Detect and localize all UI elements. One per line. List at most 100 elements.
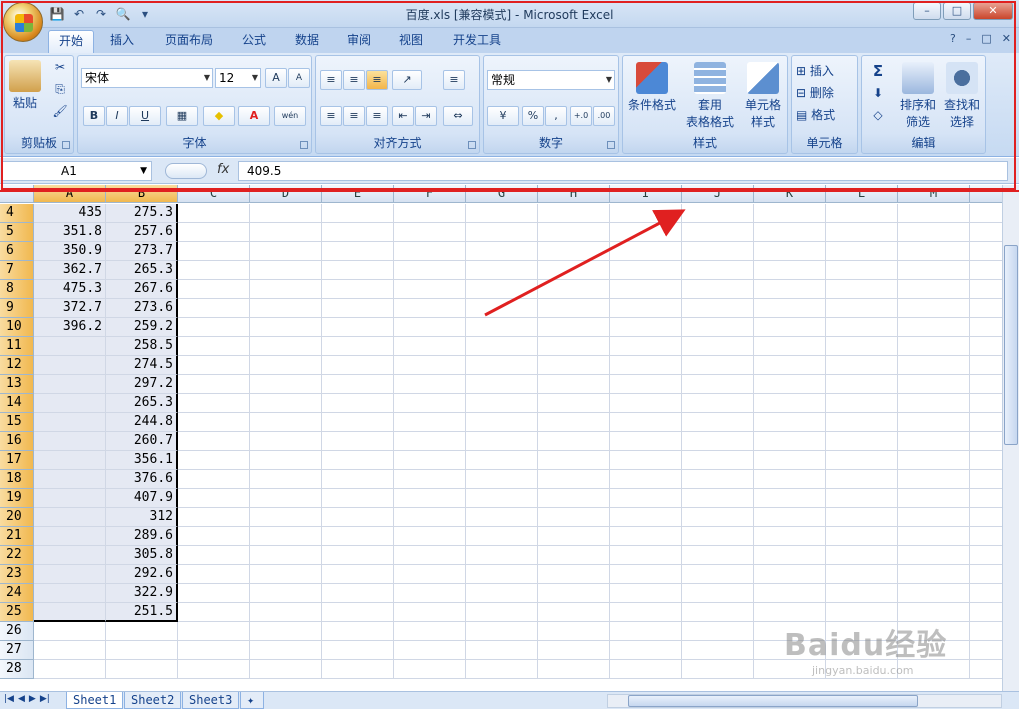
cell-empty[interactable] (538, 356, 610, 375)
increase-indent-icon[interactable]: ⇥ (415, 106, 437, 126)
cell-empty[interactable] (538, 470, 610, 489)
cell-empty[interactable] (178, 318, 250, 337)
cell-empty[interactable] (250, 375, 322, 394)
bold-button[interactable]: B (83, 106, 105, 126)
cell-empty[interactable] (826, 432, 898, 451)
cell-empty[interactable] (466, 622, 538, 641)
cell-empty[interactable] (394, 318, 466, 337)
cell-empty[interactable] (466, 413, 538, 432)
cell-empty[interactable] (826, 242, 898, 261)
fill-icon[interactable]: ⬇ (868, 86, 888, 100)
row-header[interactable]: 15 (0, 413, 34, 432)
cell-empty[interactable] (250, 641, 322, 660)
workbook-minimize-button[interactable]: – (966, 32, 972, 45)
cell-b[interactable]: 322.9 (106, 584, 178, 603)
cell-empty[interactable] (610, 318, 682, 337)
cell-empty[interactable] (754, 489, 826, 508)
cell-empty[interactable] (610, 641, 682, 660)
cell-empty[interactable] (682, 356, 754, 375)
cell-b[interactable] (106, 622, 178, 641)
office-button[interactable] (3, 2, 43, 42)
cell-empty[interactable] (754, 242, 826, 261)
cell-empty[interactable] (682, 622, 754, 641)
cell-empty[interactable] (610, 660, 682, 679)
cell-empty[interactable] (322, 242, 394, 261)
cell-empty[interactable] (682, 641, 754, 660)
tab-review[interactable]: 审阅 (337, 30, 381, 53)
tab-home[interactable]: 开始 (48, 30, 95, 53)
cell-empty[interactable] (322, 318, 394, 337)
cell-empty[interactable] (250, 204, 322, 223)
cell-a[interactable] (34, 337, 106, 356)
cell-empty[interactable] (322, 375, 394, 394)
sort-filter-button[interactable]: 排序和 筛选 (896, 62, 940, 130)
cell-empty[interactable] (394, 223, 466, 242)
column-header-m[interactable]: M (898, 185, 970, 203)
cell-empty[interactable] (826, 527, 898, 546)
cell-empty[interactable] (322, 223, 394, 242)
cell-empty[interactable] (394, 432, 466, 451)
percent-button[interactable]: % (522, 106, 544, 126)
cell-empty[interactable] (178, 375, 250, 394)
tab-insert[interactable]: 插入 (100, 30, 144, 53)
cell-empty[interactable] (250, 280, 322, 299)
cell-empty[interactable] (538, 546, 610, 565)
row-header[interactable]: 11 (0, 337, 34, 356)
column-header-l[interactable]: L (826, 185, 898, 203)
cell-styles-button[interactable]: 单元格 样式 (739, 62, 787, 130)
cell-b[interactable]: 257.6 (106, 223, 178, 242)
cell-empty[interactable] (394, 394, 466, 413)
cell-empty[interactable] (394, 337, 466, 356)
horizontal-scroll-thumb[interactable] (628, 695, 918, 707)
cell-b[interactable]: 356.1 (106, 451, 178, 470)
cell-empty[interactable] (178, 299, 250, 318)
cell-empty[interactable] (754, 584, 826, 603)
cell-a[interactable] (34, 489, 106, 508)
cell-empty[interactable] (394, 204, 466, 223)
next-sheet-icon[interactable]: ▶ (29, 694, 36, 704)
cell-empty[interactable] (178, 527, 250, 546)
autosum-icon[interactable]: Σ (868, 62, 888, 80)
cell-empty[interactable] (610, 299, 682, 318)
font-name-combo[interactable]: 宋体 ▼ (81, 68, 213, 88)
cell-empty[interactable] (610, 546, 682, 565)
cell-empty[interactable] (610, 242, 682, 261)
cell-empty[interactable] (682, 280, 754, 299)
cell-empty[interactable] (898, 318, 970, 337)
row-header[interactable]: 22 (0, 546, 34, 565)
cell-empty[interactable] (250, 622, 322, 641)
cell-empty[interactable] (610, 489, 682, 508)
cell-empty[interactable] (898, 375, 970, 394)
column-header-k[interactable]: K (754, 185, 826, 203)
cell-empty[interactable] (394, 565, 466, 584)
format-cells-button[interactable]: ▤ 格式 (796, 106, 854, 123)
insert-cells-button[interactable]: ⊞ 插入 (796, 62, 854, 79)
sheet-tab-sheet3[interactable]: Sheet3 (182, 692, 240, 709)
cell-empty[interactable] (178, 223, 250, 242)
cell-empty[interactable] (682, 261, 754, 280)
italic-button[interactable]: I (106, 106, 128, 126)
shrink-font-button[interactable]: A (288, 68, 310, 88)
cell-b[interactable]: 305.8 (106, 546, 178, 565)
cell-empty[interactable] (322, 261, 394, 280)
cell-empty[interactable] (178, 565, 250, 584)
cell-empty[interactable] (322, 508, 394, 527)
cell-empty[interactable] (178, 432, 250, 451)
cell-empty[interactable] (322, 413, 394, 432)
row-header[interactable]: 16 (0, 432, 34, 451)
cell-empty[interactable] (322, 394, 394, 413)
cell-empty[interactable] (538, 603, 610, 622)
cell-a[interactable] (34, 432, 106, 451)
decrease-decimal-button[interactable]: .00 (593, 106, 615, 126)
cell-b[interactable]: 297.2 (106, 375, 178, 394)
cell-empty[interactable] (682, 299, 754, 318)
cell-empty[interactable] (394, 356, 466, 375)
increase-decimal-button[interactable]: +.0 (570, 106, 592, 126)
cell-empty[interactable] (682, 489, 754, 508)
cell-empty[interactable] (178, 622, 250, 641)
cell-b[interactable]: 312 (106, 508, 178, 527)
cell-empty[interactable] (322, 527, 394, 546)
align-middle-icon[interactable]: ≡ (343, 70, 365, 90)
cell-empty[interactable] (898, 451, 970, 470)
row-header[interactable]: 21 (0, 527, 34, 546)
